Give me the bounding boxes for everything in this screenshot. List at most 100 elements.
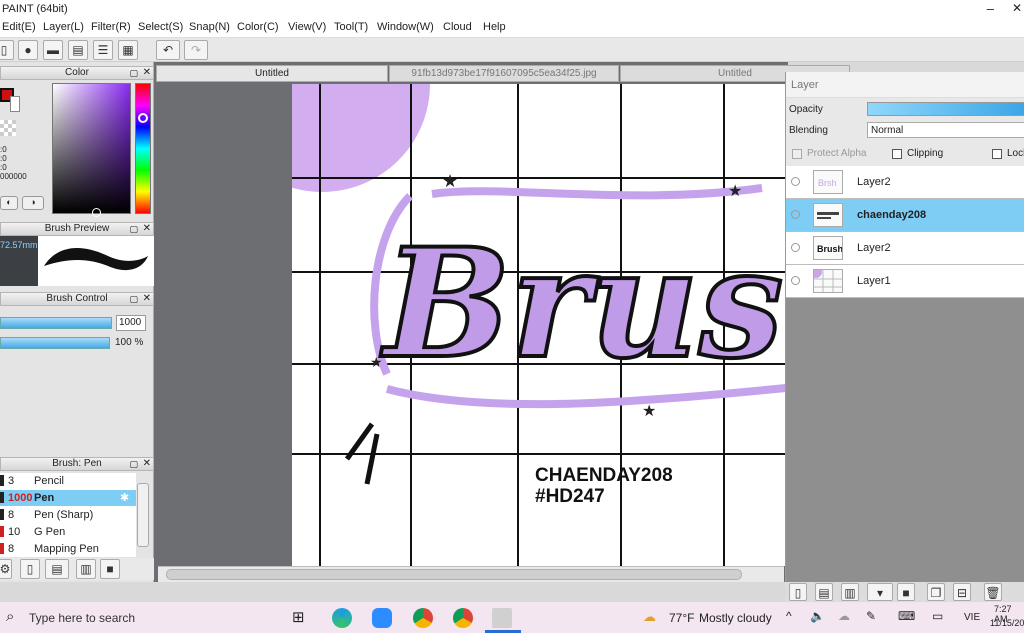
color-wheel-icon[interactable]: ◐ bbox=[0, 196, 18, 210]
brush-doc-icon[interactable]: ▥ bbox=[76, 559, 96, 579]
merge-layer-icon[interactable]: ⊟ bbox=[953, 583, 971, 601]
list-icon[interactable]: ☰ bbox=[93, 40, 113, 60]
float-icon[interactable]: ▢ bbox=[129, 67, 138, 79]
new-layer-icon[interactable]: ▯ bbox=[789, 583, 807, 601]
tab-untitled[interactable]: Untitled bbox=[156, 65, 388, 82]
volume-icon[interactable]: 🔈 bbox=[810, 609, 825, 623]
search-icon[interactable]: ⌕ bbox=[6, 608, 14, 625]
edge-icon[interactable] bbox=[332, 608, 352, 628]
float-icon[interactable]: ▢ bbox=[129, 223, 138, 235]
sv-picker-handle[interactable] bbox=[92, 208, 101, 217]
brush-settings-icon[interactable]: ⚙ bbox=[0, 559, 12, 579]
close-panel-icon[interactable]: ✕ bbox=[143, 67, 151, 79]
menu-layer[interactable]: Layer(L) bbox=[43, 21, 84, 33]
clipping-checkbox[interactable] bbox=[892, 149, 902, 159]
list-item[interactable]: 8 Mapping Pen bbox=[0, 541, 136, 557]
zoom-icon[interactable] bbox=[372, 608, 392, 628]
layer-row-selected[interactable]: chaenday208 bbox=[786, 199, 1024, 232]
language-indicator[interactable]: VIE bbox=[964, 612, 980, 623]
brush-size-slider[interactable] bbox=[0, 317, 112, 329]
speech-bubble-icon[interactable]: ● bbox=[18, 40, 38, 60]
blending-label: Blending bbox=[789, 125, 828, 136]
lock-checkbox[interactable] bbox=[992, 149, 1002, 159]
scrollbar-thumb[interactable] bbox=[166, 569, 742, 580]
add-layer-dropdown-icon[interactable]: ▾ bbox=[867, 583, 893, 601]
drawing-canvas[interactable]: ★ ★ ★ ★ Brush CHAENDAY208 #HD247 bbox=[292, 84, 786, 566]
gear-icon[interactable]: ✱ bbox=[120, 491, 129, 504]
list-item[interactable]: 8 Pen (Sharp) bbox=[0, 507, 136, 523]
list-item[interactable]: 3 Pencil bbox=[0, 473, 136, 489]
close-button[interactable]: ✕ bbox=[1012, 1, 1022, 15]
menu-window[interactable]: Window(W) bbox=[377, 21, 434, 33]
folder-icon[interactable]: ■ bbox=[100, 559, 120, 579]
cloud-icon[interactable]: ☁ bbox=[838, 609, 850, 623]
redo-icon[interactable]: ↷ bbox=[184, 40, 208, 60]
clock-date[interactable]: 11/15/20 bbox=[990, 618, 1024, 628]
list-item[interactable]: 10 G Pen bbox=[0, 524, 136, 540]
visibility-icon[interactable] bbox=[791, 177, 800, 186]
canvas-h-scrollbar[interactable] bbox=[158, 566, 784, 582]
close-panel-icon[interactable]: ✕ bbox=[143, 293, 151, 305]
visibility-icon[interactable] bbox=[791, 276, 800, 285]
keyboard-icon[interactable]: ⌨ bbox=[898, 609, 915, 623]
color-sv-square[interactable] bbox=[52, 83, 131, 214]
paint-tool-sai-icon[interactable] bbox=[492, 608, 512, 628]
weather-temp[interactable]: 77°F bbox=[669, 611, 694, 625]
menu-tool[interactable]: Tool(T) bbox=[334, 21, 368, 33]
menu-snap[interactable]: Snap(N) bbox=[189, 21, 230, 33]
new-file-icon[interactable]: ▯ bbox=[0, 40, 14, 60]
pen-icon[interactable]: ✎ bbox=[866, 609, 876, 623]
list-item-selected[interactable]: 1000 Pen ✱ bbox=[0, 490, 136, 506]
taskbar-search-input[interactable]: Type here to search bbox=[29, 611, 135, 625]
visibility-icon[interactable] bbox=[791, 243, 800, 252]
new-brush-icon[interactable]: ▯ bbox=[20, 559, 40, 579]
menu-cloud[interactable]: Cloud bbox=[443, 21, 472, 33]
menu-help[interactable]: Help bbox=[483, 21, 506, 33]
menu-select[interactable]: Select(S) bbox=[138, 21, 183, 33]
menu-edit[interactable]: Edit(E) bbox=[2, 21, 36, 33]
document-icon[interactable]: ▤ bbox=[68, 40, 88, 60]
float-icon[interactable]: ▢ bbox=[129, 458, 138, 470]
chrome-icon[interactable] bbox=[413, 608, 433, 628]
menu-view[interactable]: View(V) bbox=[288, 21, 326, 33]
brush-density-slider[interactable] bbox=[0, 337, 110, 349]
transparent-swatch[interactable] bbox=[0, 120, 16, 136]
background-color-swatch[interactable] bbox=[10, 96, 20, 112]
float-icon[interactable]: ▢ bbox=[129, 293, 138, 305]
menu-color[interactable]: Color(C) bbox=[237, 21, 279, 33]
close-panel-icon[interactable]: ✕ bbox=[143, 458, 151, 470]
tab-jpg[interactable]: 91fb13d973be17f91607095c5ea34f25.jpg bbox=[389, 65, 619, 82]
minimize-button[interactable]: – bbox=[987, 1, 994, 16]
new-layer-set-icon[interactable]: ▤ bbox=[815, 583, 833, 601]
close-panel-icon[interactable]: ✕ bbox=[143, 223, 151, 235]
comment-icon[interactable]: ▬ bbox=[43, 40, 63, 60]
hue-slider[interactable] bbox=[135, 83, 151, 214]
protect-alpha-checkbox[interactable] bbox=[792, 149, 802, 159]
visibility-icon[interactable] bbox=[791, 210, 800, 219]
menu-filter[interactable]: Filter(R) bbox=[91, 21, 131, 33]
svg-text:★: ★ bbox=[370, 354, 383, 370]
layer-row[interactable]: Brush Layer2 bbox=[786, 232, 1024, 265]
weather-icon[interactable]: ☁ bbox=[643, 609, 656, 625]
brush-list-scrollbar[interactable] bbox=[137, 483, 149, 547]
weather-text[interactable]: Mostly cloudy bbox=[699, 611, 772, 625]
eyedropper-icon[interactable]: ◑ bbox=[22, 196, 44, 210]
delete-layer-icon[interactable]: 🗑 bbox=[984, 583, 1002, 601]
hue-slider-handle[interactable] bbox=[138, 113, 148, 123]
chrome-profile-icon[interactable] bbox=[453, 608, 473, 628]
display-icon[interactable]: ▭ bbox=[932, 609, 943, 623]
folder-icon[interactable]: ■ bbox=[897, 583, 915, 601]
layer-doc-icon[interactable]: ▥ bbox=[841, 583, 859, 601]
grid-check-icon[interactable]: ▦ bbox=[118, 40, 138, 60]
undo-icon[interactable]: ↶ bbox=[156, 40, 180, 60]
task-view-icon[interactable]: ⊞ bbox=[292, 608, 305, 626]
chevron-up-icon[interactable]: ^ bbox=[786, 609, 792, 623]
layer-row[interactable]: Layer1 bbox=[786, 265, 1024, 298]
brush-options-icon[interactable]: ▤ bbox=[45, 559, 69, 579]
brush-size-field[interactable]: 1000 bbox=[116, 315, 146, 331]
layer-row[interactable]: Brsh Layer2 bbox=[786, 166, 1024, 199]
opacity-slider[interactable] bbox=[867, 102, 1024, 116]
blending-select[interactable]: Normal bbox=[867, 122, 1024, 138]
layer-thumbnail: Brsh bbox=[813, 170, 843, 194]
copy-layer-icon[interactable]: ❐ bbox=[927, 583, 945, 601]
